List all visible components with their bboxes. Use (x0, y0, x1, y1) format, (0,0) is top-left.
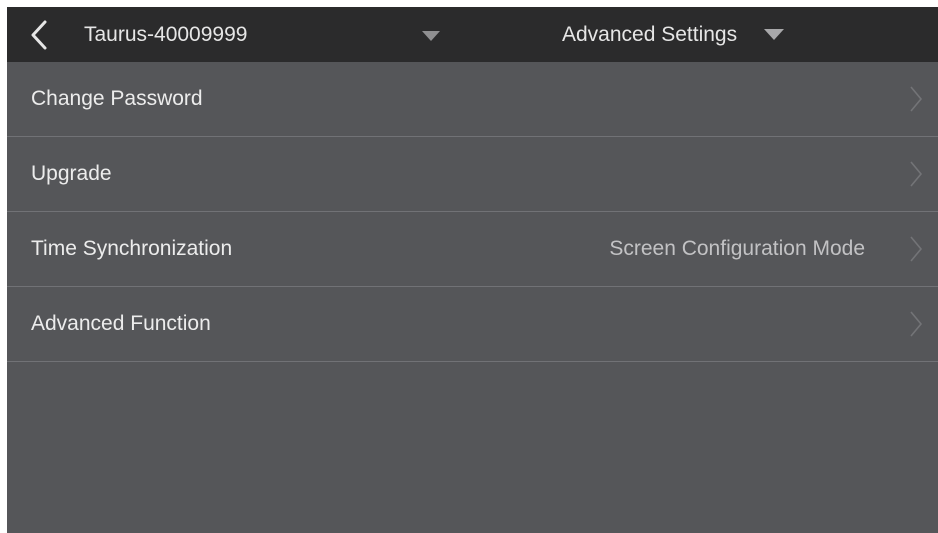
chevron-right-icon (910, 161, 923, 187)
top-bar: Taurus-40009999 Advanced Settings (7, 7, 938, 62)
menu-item-label: Change Password (31, 87, 203, 110)
device-name: Taurus-40009999 (84, 23, 248, 46)
chevron-right-icon (910, 311, 923, 337)
chevron-right-icon (910, 86, 923, 112)
menu-item-value: Screen Configuration Mode (609, 237, 865, 260)
menu-item-label: Time Synchronization (31, 237, 233, 260)
page-title-dropdown[interactable]: Advanced Settings (560, 7, 800, 62)
menu-item-change-password[interactable]: Change Password (7, 62, 938, 137)
settings-screen: Taurus-40009999 Advanced Settings Change… (7, 7, 938, 533)
caret-down-icon (764, 29, 784, 40)
chevron-right-icon (910, 236, 923, 262)
settings-list: Change Password Upgrade Time Synchroniza… (7, 62, 938, 362)
chevron-left-icon (31, 20, 47, 50)
menu-item-time-synchronization[interactable]: Time Synchronization Screen Configuratio… (7, 212, 938, 287)
back-button[interactable] (25, 17, 55, 53)
menu-item-label: Advanced Function (31, 312, 211, 335)
caret-down-icon (422, 31, 440, 41)
page-title: Advanced Settings (562, 23, 738, 46)
menu-item-upgrade[interactable]: Upgrade (7, 137, 938, 212)
menu-item-label: Upgrade (31, 162, 112, 185)
menu-item-advanced-function[interactable]: Advanced Function (7, 287, 938, 362)
device-selector[interactable]: Taurus-40009999 (69, 7, 459, 62)
